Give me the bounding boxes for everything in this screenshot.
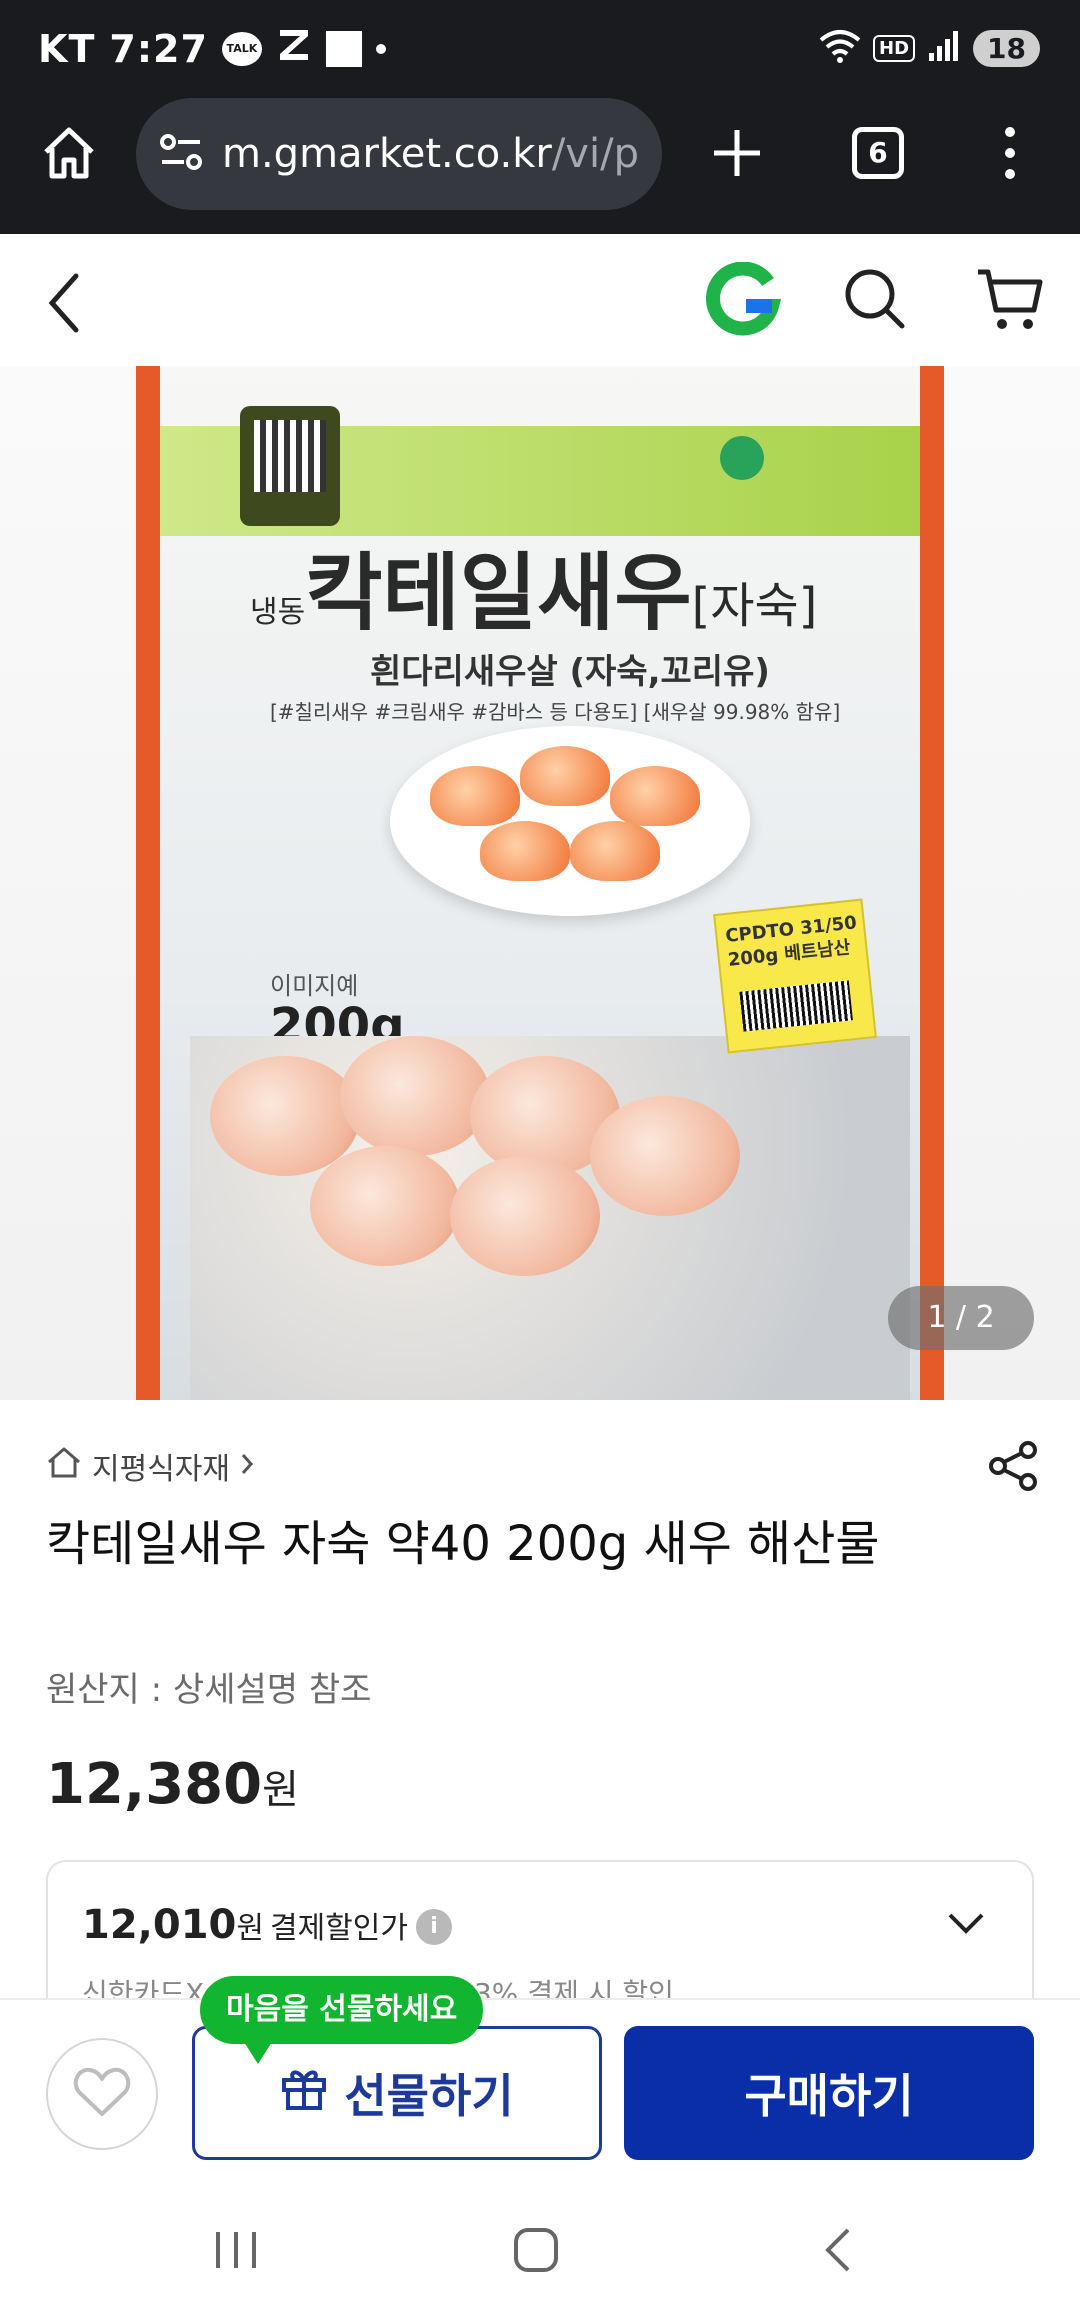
system-navigation-bar <box>0 2184 1080 2316</box>
address-bar[interactable]: m.gmarket.co.kr/vi/p <box>136 98 662 210</box>
gift-button-label: 선물하기 <box>344 2069 514 2123</box>
bag-sample-label: 이미지예 <box>270 972 359 1000</box>
app-notification-icon <box>325 30 362 67</box>
recent-apps-icon[interactable] <box>212 2228 260 2276</box>
product-price: 12,380원 <box>46 1752 299 1817</box>
qr-code-icon <box>240 406 340 526</box>
price-value: 12,380 <box>46 1752 263 1817</box>
gmarket-logo-icon[interactable] <box>705 261 782 342</box>
tab-switcher-button[interactable]: 6 <box>852 127 904 179</box>
url-host: m.gmarket.co.kr <box>222 131 552 177</box>
bag-title-main: 칵테일새우 <box>305 544 692 642</box>
browser-toolbar: m.gmarket.co.kr/vi/p 6 <box>0 98 1080 234</box>
product-image-carousel[interactable]: 냉동칵테일새우[자숙] 흰다리새우살 (자숙,꼬리유) [#칠리새우 #크림새우… <box>0 366 1080 1400</box>
shrimp <box>340 1036 490 1156</box>
battery-indicator: 18 <box>973 29 1040 67</box>
signal-icon <box>927 29 961 67</box>
search-icon[interactable] <box>842 266 908 336</box>
hd-voice-icon: HD <box>873 34 916 62</box>
payment-discount-box[interactable]: 12,010원결제할인가i 신한카드X스마일페이 3% / 최대 3% 결제 시… <box>46 1860 1034 2000</box>
new-tab-icon[interactable] <box>710 126 764 184</box>
product-title: 칵테일새우 자숙 약40 200g 새우 해산물 <box>46 1516 880 1572</box>
wishlist-button[interactable] <box>46 2038 158 2150</box>
z-app-notification-icon <box>276 26 312 71</box>
discount-price: 12,010원 결제할인가 i <box>82 1902 452 1948</box>
status-bar: KT 7:27 TALK HD 18 <box>0 0 1080 98</box>
carrier-label: KT <box>38 26 96 71</box>
shrimp <box>610 766 700 826</box>
url-path: /vi/p <box>551 131 639 177</box>
bag-title-prefix: 냉동 <box>250 595 306 630</box>
bag-title-tag: [자숙] <box>691 578 818 634</box>
shrimp <box>520 746 610 806</box>
purchase-action-bar: 선물하기 구매하기 <box>0 1998 1080 2184</box>
heart-icon <box>73 2066 131 2122</box>
discount-price-value: 12,010 <box>82 1902 237 1948</box>
status-left: KT 7:27 TALK <box>38 26 386 71</box>
shrimp <box>450 1156 600 1276</box>
info-icon[interactable]: i <box>415 1909 452 1945</box>
site-settings-icon[interactable] <box>158 132 204 176</box>
bag-subtitle: 흰다리새우살 (자숙,꼬리유) <box>370 652 770 692</box>
store-home-icon <box>46 1445 82 1487</box>
price-currency: 원 <box>262 1767 299 1813</box>
shrimp <box>570 821 660 881</box>
shrimp <box>590 1096 740 1216</box>
cart-icon[interactable] <box>976 266 1046 338</box>
sticker-text: CPDTO 31/50 200g 베트남산 <box>724 911 860 973</box>
wifi-icon <box>819 28 861 68</box>
share-icon[interactable] <box>986 1438 1042 1494</box>
product-photo: 냉동칵테일새우[자숙] 흰다리새우살 (자숙,꼬리유) [#칠리새우 #크림새우… <box>136 366 944 1400</box>
kakaotalk-notification-icon: TALK <box>221 31 262 66</box>
status-right: HD 18 <box>819 28 1040 68</box>
seller-link[interactable]: 지평식자재 <box>46 1444 254 1488</box>
buy-button[interactable]: 구매하기 <box>624 2026 1034 2160</box>
discount-label: 결제할인가 <box>269 1911 408 1946</box>
home-icon[interactable] <box>40 124 98 186</box>
bag-tags: [#칠리새우 #크림새우 #감바스 등 다용도] [새우살 99.98% 함유] <box>270 700 841 724</box>
home-button-icon[interactable] <box>512 2226 560 2278</box>
shrimp <box>310 1146 460 1266</box>
image-counter: 1 / 2 <box>888 1286 1034 1350</box>
bag-window <box>190 1036 910 1400</box>
url-text: m.gmarket.co.kr/vi/p <box>222 131 639 177</box>
more-notifications-dot-icon <box>375 43 386 54</box>
origin-info: 원산지 : 상세설명 참조 <box>46 1670 372 1710</box>
gift-icon <box>280 2064 328 2123</box>
chevron-right-icon <box>240 1449 254 1484</box>
bag-title: 냉동칵테일새우[자숙] <box>250 526 817 647</box>
discount-currency: 원 <box>236 1911 264 1946</box>
shrimp <box>430 766 520 826</box>
barcode-icon <box>739 980 853 1032</box>
app-header <box>0 236 1080 366</box>
browser-menu-icon[interactable] <box>1000 124 1020 186</box>
clock: 7:27 <box>109 26 208 71</box>
shrimp-plate <box>390 726 750 916</box>
chevron-down-icon[interactable] <box>946 1910 986 1940</box>
price-sticker: CPDTO 31/50 200g 베트남산 <box>713 898 877 1054</box>
shrimp <box>480 821 570 881</box>
gift-tooltip: 마음을 선물하세요 <box>200 1976 484 2064</box>
back-icon[interactable] <box>44 272 84 338</box>
brand-logo-icon <box>720 436 764 480</box>
seller-name: 지평식자재 <box>92 1452 230 1487</box>
system-back-icon[interactable] <box>822 2226 854 2278</box>
